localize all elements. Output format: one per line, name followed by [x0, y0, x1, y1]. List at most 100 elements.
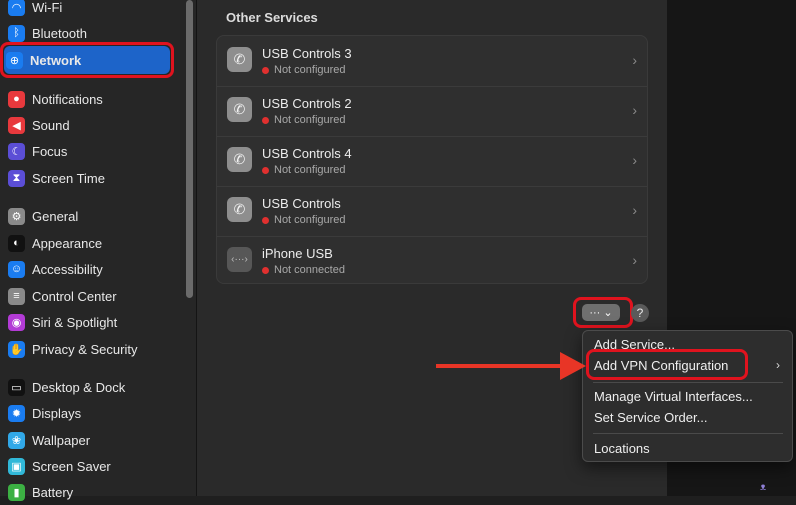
hourglass-icon: ⧗ [8, 169, 25, 187]
service-status-text: Not configured [274, 214, 346, 226]
wifi-icon: ◠ [8, 0, 25, 16]
service-status: Not configured [262, 114, 346, 126]
gear-icon: ⚙ [8, 207, 25, 225]
sidebar-item-label: Screen Saver [32, 458, 111, 474]
status-dot-icon [262, 166, 269, 174]
iphone-usb-icon: ‹···› [227, 247, 252, 272]
service-status-text: Not configured [274, 164, 346, 176]
status-dot-icon [262, 116, 269, 124]
sidebar-item-control-center[interactable]: ≡ Control Center [6, 283, 172, 309]
service-row[interactable]: ✆ USB Controls 2 Not configured › [217, 86, 647, 137]
menu-item-manage-virtual-interfaces[interactable]: Manage Virtual Interfaces... [594, 389, 753, 404]
annotation-arrow [436, 364, 566, 368]
battery-icon: ▮ [8, 483, 25, 501]
services-list: ✆ USB Controls 3 Not configured › ✆ USB Contr… [216, 35, 648, 284]
wallpaper-icon: ❀ [8, 431, 25, 449]
sidebar-item-screen-time[interactable]: ⧗ Screen Time [6, 165, 172, 191]
sidebar-item-privacy-security[interactable]: ✋ Privacy & Security [6, 336, 172, 362]
sidebar-item-accessibility[interactable]: ☺ Accessibility [6, 256, 172, 282]
bell-icon: ● [8, 90, 25, 108]
service-name: USB Controls 2 [262, 96, 352, 111]
menu-item-set-service-order[interactable]: Set Service Order... [594, 410, 707, 425]
menu-separator [593, 382, 783, 383]
service-status-text: Not connected [274, 264, 345, 276]
annotation-highlight-vpn [586, 349, 748, 380]
sidebar-item-label: Bluetooth [32, 25, 87, 41]
status-dot-icon [262, 216, 269, 224]
service-status-text: Not configured [274, 114, 346, 126]
sidebar-item-displays[interactable]: ✹ Displays [6, 400, 172, 426]
service-status-text: Not configured [274, 64, 346, 76]
sidebar-item-label: Displays [32, 405, 82, 421]
sun-icon: ✹ [8, 404, 25, 422]
accessibility-icon: ☺ [8, 260, 25, 278]
service-row[interactable]: ✆ USB Controls Not configured › [217, 186, 647, 237]
phone-icon: ✆ [227, 47, 252, 72]
chevron-right-icon: › [632, 52, 637, 68]
sidebar-item-label: Battery [32, 484, 74, 500]
sidebar-item-battery[interactable]: ▮ Battery [6, 479, 172, 505]
service-status: Not configured [262, 164, 346, 176]
phone-icon: ✆ [227, 97, 252, 122]
chevron-right-icon: › [632, 252, 637, 268]
help-button[interactable]: ? [631, 304, 649, 322]
sidebar-item-focus[interactable]: ☾ Focus [6, 138, 172, 164]
sidebar-item-desktop-dock[interactable]: ▭ Desktop & Dock [6, 374, 172, 400]
chevron-right-icon: › [632, 152, 637, 168]
menu-item-locations[interactable]: Locations [594, 441, 650, 456]
bluetooth-icon: ᛒ [8, 24, 25, 42]
sidebar-item-label: Wi-Fi [32, 0, 63, 15]
sidebar-item-wallpaper[interactable]: ❀ Wallpaper [6, 427, 172, 453]
status-dot-icon [262, 266, 269, 274]
annotation-arrow-head [560, 352, 586, 380]
service-status: Not connected [262, 264, 345, 276]
sidebar-item-label: Sound [32, 117, 70, 133]
sidebar-item-siri-spotlight[interactable]: ◉ Siri & Spotlight [6, 309, 172, 335]
sidebar-item-label: Desktop & Dock [32, 379, 126, 395]
annotation-highlight-network [0, 42, 174, 78]
service-row[interactable]: ‹···› iPhone USB Not connected › [217, 236, 647, 286]
service-row[interactable]: ✆ USB Controls 3 Not configured › [217, 36, 647, 87]
hand-icon: ✋ [8, 340, 25, 358]
appearance-icon: ◐ [8, 234, 25, 252]
service-status: Not configured [262, 214, 346, 226]
service-name: USB Controls 3 [262, 46, 352, 61]
annotation-highlight-more-button [573, 297, 633, 328]
speaker-icon: ◀ [8, 116, 25, 134]
chevron-right-icon: › [632, 102, 637, 118]
service-status: Not configured [262, 64, 346, 76]
sidebar-item-appearance[interactable]: ◐ Appearance [6, 230, 172, 256]
service-name: iPhone USB [262, 246, 333, 261]
submenu-chevron-icon: › [776, 358, 780, 372]
service-name: USB Controls 4 [262, 146, 352, 161]
siri-icon: ◉ [8, 313, 25, 331]
sidebar-item-notifications[interactable]: ● Notifications [6, 86, 172, 112]
sidebar-item-label: Wallpaper [32, 432, 91, 448]
sidebar-item-label: Control Center [32, 288, 117, 304]
chevron-right-icon: › [632, 202, 637, 218]
sidebar-scrollbar[interactable] [186, 0, 193, 298]
moon-icon: ☾ [8, 142, 25, 160]
sidebar-item-screen-saver[interactable]: ▣ Screen Saver [6, 453, 172, 479]
sidebar-item-general[interactable]: ⚙ General [6, 203, 172, 229]
corner-icon: ᴥ [760, 482, 767, 493]
phone-icon: ✆ [227, 197, 252, 222]
sidebar-item-label: Siri & Spotlight [32, 314, 118, 330]
screensaver-icon: ▣ [8, 457, 25, 475]
sidebar-item-sound[interactable]: ◀ Sound [6, 112, 172, 138]
status-dot-icon [262, 66, 269, 74]
sidebar-item-label: Notifications [32, 91, 103, 107]
section-title: Other Services [226, 10, 318, 25]
dock-icon: ▭ [8, 378, 25, 396]
sidebar-item-label: Screen Time [32, 170, 105, 186]
sidebar-item-label: Appearance [32, 235, 103, 251]
service-name: USB Controls [262, 196, 341, 211]
sidebar-item-label: General [32, 208, 79, 224]
sidebar-item-label: Privacy & Security [32, 341, 138, 357]
menu-separator [593, 433, 783, 434]
service-row[interactable]: ✆ USB Controls 4 Not configured › [217, 136, 647, 187]
sidebar-item-wi-fi[interactable]: ◠ Wi-Fi [6, 0, 172, 20]
phone-icon: ✆ [227, 147, 252, 172]
sidebar-item-label: Accessibility [32, 261, 103, 277]
control-center-icon: ≡ [8, 287, 25, 305]
